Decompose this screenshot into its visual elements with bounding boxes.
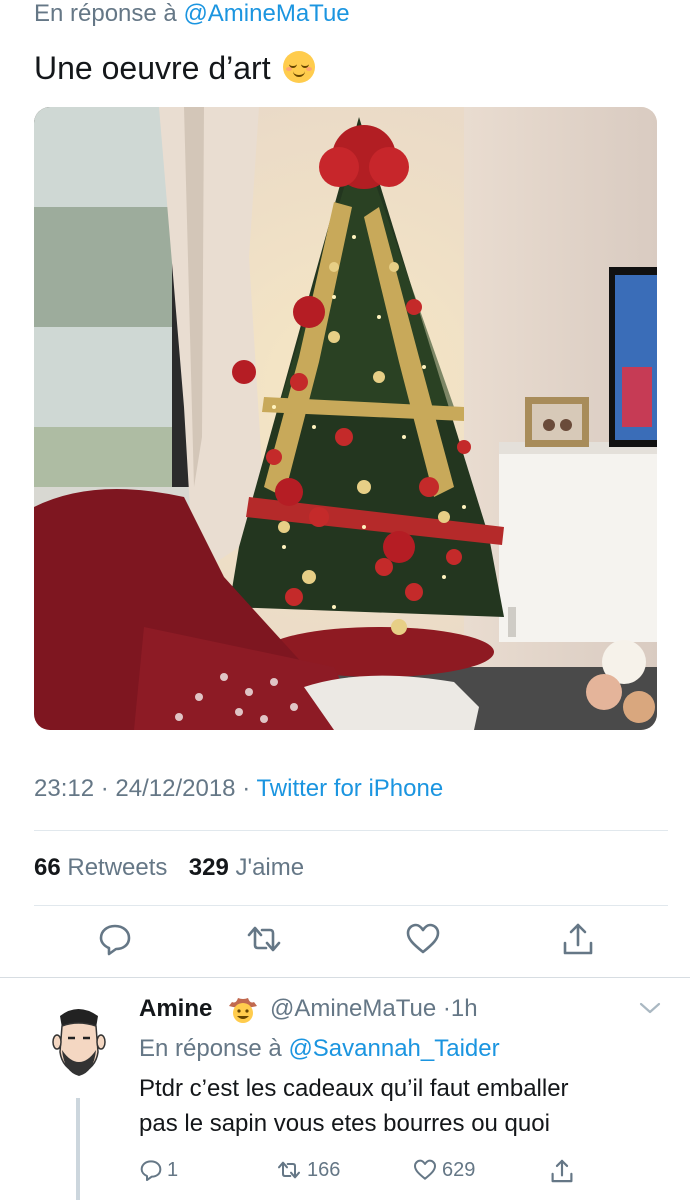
cowboy-face-icon — [229, 998, 257, 1023]
reply-author-handle[interactable]: @AmineMaTue — [270, 995, 436, 1022]
tweet-time: 23:12 — [34, 775, 95, 802]
reply-replying-to-handle-link[interactable]: @Savannah_Taider — [288, 1035, 499, 1062]
reply-like-button[interactable]: 629 — [412, 1158, 475, 1182]
tweet-date: 24/12/2018 — [115, 775, 236, 802]
tweet-metadata: 23:12 · 24/12/2018 · Twitter for iPhone — [34, 774, 443, 804]
chevron-down-icon[interactable] — [638, 998, 662, 1018]
like-heart-icon[interactable] — [405, 921, 441, 957]
reply-text-line-2: pas le sapin vous etes bourres ou quoi — [139, 1110, 550, 1137]
tweet-stats: 66 Retweets 329 J'aime — [34, 853, 304, 883]
reply-retweet-button[interactable]: 166 — [275, 1158, 340, 1182]
reply-retweet-count: 166 — [307, 1158, 341, 1181]
replying-to-handle-link[interactable]: @AmineMaTue — [183, 0, 349, 27]
tweet-text: Une oeuvre d’art — [34, 48, 316, 88]
reply-replying-to-label: En réponse à — [139, 1035, 289, 1062]
share-icon — [551, 1159, 573, 1183]
reply-text: Ptdr c’est les cadeaux qu’il faut emball… — [139, 1071, 659, 1141]
thread-separator — [0, 977, 690, 978]
retweet-icon[interactable] — [246, 921, 282, 957]
tweet-action-bar — [0, 921, 690, 961]
reply-reply-count: 1 — [167, 1158, 179, 1181]
reply-like-count: 629 — [442, 1158, 476, 1181]
relieved-face-icon — [283, 51, 316, 83]
reply-time: 1h — [450, 995, 478, 1022]
meta-separator-1: · — [100, 775, 109, 802]
replying-to: En réponse à @AmineMaTue — [34, 0, 350, 28]
retweet-icon — [278, 1161, 300, 1179]
reply-icon[interactable] — [97, 921, 133, 957]
avatar[interactable] — [48, 1002, 110, 1082]
reply-replying-to: En réponse à @Savannah_Taider — [139, 1034, 500, 1064]
retweets-count[interactable]: 66 — [34, 854, 61, 881]
reply-action-bar: 1 166 629 — [0, 1158, 690, 1188]
reply-meta-separator: · — [442, 995, 451, 1022]
divider-bottom — [34, 905, 668, 906]
meta-separator-2: · — [242, 775, 251, 802]
reply-icon — [140, 1160, 162, 1181]
replying-to-label: En réponse à — [34, 0, 184, 27]
reply-text-line-1: Ptdr c’est les cadeaux qu’il faut emball… — [139, 1075, 569, 1102]
retweets-label[interactable]: Retweets — [67, 854, 167, 881]
reply-author-meta: @AmineMaTue ·1h — [270, 994, 478, 1024]
reply-author-name[interactable]: Amine — [139, 994, 212, 1024]
divider-top — [34, 830, 668, 831]
reply-reply-button[interactable]: 1 — [139, 1158, 178, 1182]
reply-share-button[interactable] — [549, 1158, 575, 1184]
like-heart-icon — [414, 1159, 436, 1180]
christmas-tree-photo — [34, 107, 657, 730]
likes-label[interactable]: J'aime — [235, 854, 304, 881]
tweet-text-content: Une oeuvre d’art — [34, 50, 271, 86]
likes-count[interactable]: 329 — [189, 854, 229, 881]
tweet-source-link[interactable]: Twitter for iPhone — [256, 775, 443, 802]
share-icon[interactable] — [560, 921, 596, 957]
tweet-photo[interactable] — [34, 107, 657, 730]
